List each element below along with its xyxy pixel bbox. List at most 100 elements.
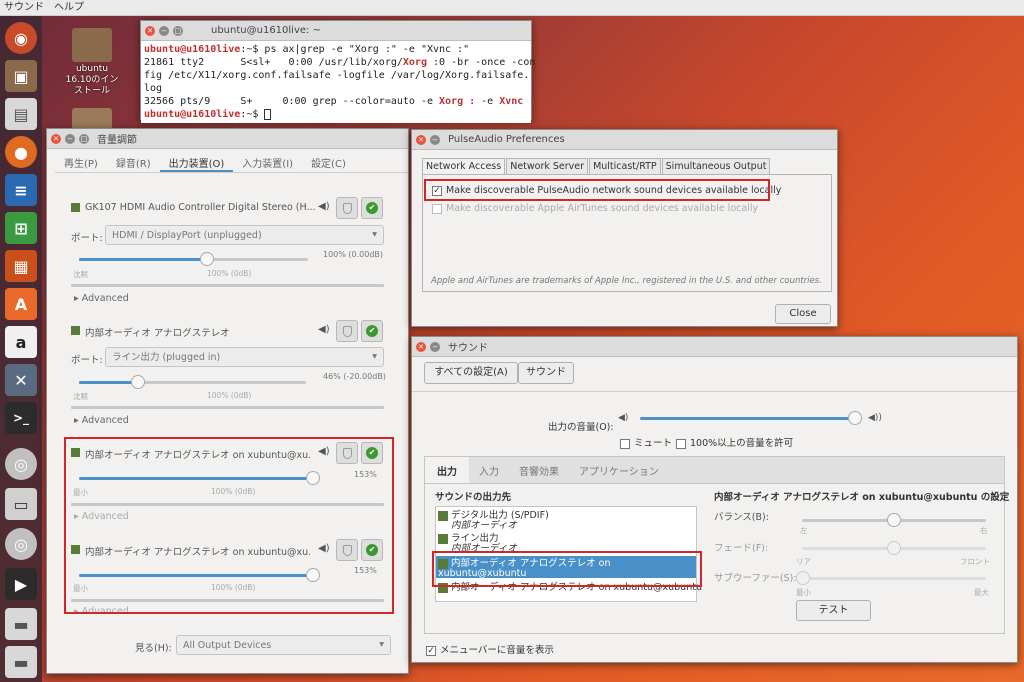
- menu-sound[interactable]: サウンド: [4, 2, 44, 13]
- terminal-output[interactable]: ubuntu@u1610live:~$ ps ax|grep -e "Xorg …: [141, 41, 535, 123]
- install-desktop-icon[interactable]: [72, 28, 112, 62]
- launcher: ◉ ▣ ▤ ● ≡ ⊞ ▦ A a ✕ >_ ◎ ▭ ◎ ▶ ▬ ▬: [0, 16, 42, 682]
- close-icon[interactable]: ✕: [51, 133, 61, 144]
- writer-icon[interactable]: ≡: [5, 174, 37, 206]
- device-icon[interactable]: ▭: [5, 488, 37, 520]
- terminal-title: ubuntu@u1610live: ~: [211, 25, 321, 36]
- disc2-icon[interactable]: ◎: [5, 528, 37, 560]
- minimize-icon[interactable]: −: [430, 134, 440, 145]
- tab-network-server[interactable]: Network Server: [506, 158, 589, 174]
- drive-icon[interactable]: ▬: [5, 608, 37, 640]
- advanced-expander[interactable]: ▸ Advanced: [74, 293, 129, 304]
- breadcrumb-sound[interactable]: サウンド: [518, 362, 574, 384]
- checkbox-icon[interactable]: [620, 438, 630, 449]
- fade-label: フェード(F):: [714, 543, 769, 554]
- highlight-box: [432, 551, 702, 587]
- sound-tabs: 出力 入力 音響効果 アプリケーション: [424, 456, 1005, 484]
- pulse-titlebar: ✕ − PulseAudio Preferences: [412, 130, 837, 150]
- check-airtunes[interactable]: Make discoverable Apple AirTunes sound d…: [432, 203, 758, 214]
- tab-output[interactable]: 出力: [425, 457, 469, 483]
- mute-check[interactable]: ミュート: [620, 435, 672, 449]
- fade-rear-label: リア: [796, 557, 811, 566]
- volume-slider-fill: [79, 258, 208, 261]
- close-icon[interactable]: ✕: [416, 134, 426, 145]
- checkbox-checked-icon[interactable]: ✓: [426, 645, 436, 656]
- sound-settings-window: ✕ − サウンド すべての設定(A) サウンド 出力の音量(O): ◀) ◀)) …: [411, 336, 1018, 663]
- tab-simultaneous-output[interactable]: Simultaneous Output: [661, 158, 771, 174]
- tab-playback[interactable]: 再生(P): [55, 149, 107, 172]
- speaker-icon[interactable]: ◀): [318, 324, 330, 335]
- software-center-icon[interactable]: A: [5, 288, 37, 320]
- trademark-note: Apple and AirTunes are trademarks of App…: [431, 276, 822, 286]
- tab-sound-effects[interactable]: 音響効果: [509, 457, 569, 483]
- set-default-button[interactable]: ✔: [361, 197, 383, 219]
- show-combo[interactable]: All Output Devices ▾: [176, 635, 391, 655]
- maximize-icon[interactable]: □: [173, 25, 183, 36]
- volume-slider-knob[interactable]: [200, 252, 215, 266]
- volume-low-icon: ◀): [618, 413, 629, 423]
- close-button[interactable]: Close: [775, 304, 831, 324]
- allow-over-100-check[interactable]: 100%以上の音量を許可: [676, 435, 793, 449]
- checkbox-icon[interactable]: [432, 203, 442, 214]
- show-in-menubar-check[interactable]: ✓ メニューバーに音量を表示: [426, 642, 554, 656]
- amazon-icon[interactable]: a: [5, 326, 37, 358]
- mixer-tabs: 再生(P) 録音(R) 出力装置(O) 入力装置(I) 設定(C): [55, 149, 408, 173]
- volume-slider-fill: [79, 381, 138, 384]
- volume-slider-knob[interactable]: [130, 375, 145, 389]
- fade-knob[interactable]: [887, 541, 901, 555]
- install-icon[interactable]: ▣: [5, 60, 37, 92]
- advanced-expander[interactable]: ▸ Advanced: [74, 415, 129, 426]
- menu-help[interactable]: ヘルプ: [54, 2, 84, 13]
- balance-right-label: 右: [980, 526, 988, 535]
- all-settings-button[interactable]: すべての設定(A): [424, 362, 518, 384]
- minimize-icon[interactable]: −: [159, 25, 169, 36]
- top-menu-bar: サウンド ヘルプ: [0, 0, 1024, 16]
- fade-front-label: フロント: [960, 557, 990, 566]
- set-default-button[interactable]: ✔: [361, 320, 383, 342]
- device-name: 内部オーディオ アナログステレオ: [85, 328, 230, 339]
- tick-100: 100% (0dB): [207, 269, 252, 278]
- files-icon[interactable]: ▤: [5, 98, 37, 130]
- close-icon[interactable]: ✕: [145, 25, 155, 36]
- tab-output-devices[interactable]: 出力装置(O): [159, 149, 234, 172]
- terminal-icon[interactable]: >_: [5, 402, 37, 434]
- subwoofer-slider[interactable]: [802, 577, 986, 580]
- checkbox-icon[interactable]: [676, 438, 686, 449]
- firefox-icon[interactable]: ●: [5, 136, 37, 168]
- tab-network-access[interactable]: Network Access: [422, 158, 506, 174]
- system-settings-icon[interactable]: ✕: [5, 364, 37, 396]
- maximize-icon[interactable]: □: [79, 133, 89, 144]
- test-button[interactable]: テスト: [796, 600, 871, 621]
- minimize-icon[interactable]: −: [65, 133, 75, 144]
- impress-icon[interactable]: ▦: [5, 250, 37, 282]
- folder-desktop-icon[interactable]: [72, 108, 112, 130]
- device-settings-header: 内部オーディオ アナログステレオ on xubuntu@xubuntu の設定: [714, 492, 1010, 503]
- tab-recording[interactable]: 録音(R): [107, 149, 160, 172]
- media-player-icon[interactable]: ▶: [5, 568, 37, 600]
- output-volume-knob[interactable]: [848, 411, 862, 425]
- lock-channels-button[interactable]: [336, 320, 358, 342]
- list-item[interactable]: デジタル出力 (S/PDIF) 内部オーディオ: [438, 511, 549, 531]
- sound-title: サウンド: [448, 343, 488, 354]
- tab-input[interactable]: 入力: [469, 457, 509, 483]
- tab-applications[interactable]: アプリケーション: [569, 457, 669, 483]
- speaker-icon[interactable]: ◀): [318, 201, 330, 212]
- subwoofer-knob[interactable]: [796, 571, 810, 585]
- highlight-box: [64, 437, 394, 614]
- calc-icon[interactable]: ⊞: [5, 212, 37, 244]
- close-icon[interactable]: ✕: [416, 341, 426, 352]
- tab-multicast-rtp[interactable]: Multicast/RTP: [589, 158, 661, 174]
- port-combo[interactable]: ライン出力 (plugged in) ▾: [105, 347, 384, 367]
- tab-input-devices[interactable]: 入力装置(I): [233, 149, 302, 172]
- ubuntu-logo-icon[interactable]: ◉: [5, 22, 37, 54]
- drive2-icon[interactable]: ▬: [5, 646, 37, 678]
- minimize-icon[interactable]: −: [430, 341, 440, 352]
- divider: [412, 391, 1017, 392]
- balance-knob[interactable]: [887, 513, 901, 527]
- balance-left-label: 左: [800, 526, 808, 535]
- tab-configuration[interactable]: 設定(C): [302, 149, 355, 172]
- port-combo[interactable]: HDMI / DisplayPort (unplugged) ▾: [105, 225, 384, 245]
- disc-icon[interactable]: ◎: [5, 448, 37, 480]
- volume-value: 100% (0.00dB): [323, 250, 384, 259]
- lock-channels-button[interactable]: [336, 197, 358, 219]
